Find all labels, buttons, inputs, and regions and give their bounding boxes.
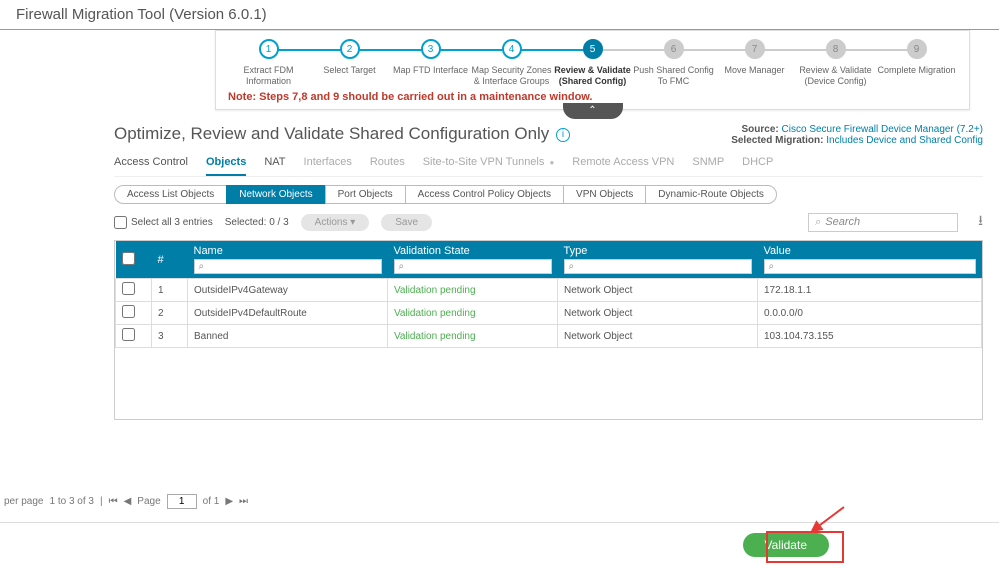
step-1[interactable]: 1Extract FDM Information [228,39,309,87]
col-checkbox[interactable] [116,241,152,279]
row-name: OutsideIPv4Gateway [188,279,388,302]
step-8: 8Review & Validate (Device Config) [795,39,876,87]
subtab-network-objects[interactable]: Network Objects [226,185,325,204]
filter-val[interactable]: ⌕ [764,259,976,274]
row-checkbox[interactable] [122,328,135,341]
search-icon: ⌕ [815,216,821,229]
row-type: Network Object [558,279,758,302]
chevron-up-icon: ⌃ [588,106,596,116]
pager: per page 1 to 3 of 3 | ⏮ ◀ Page of 1 ▶ ⏭ [0,494,248,509]
tab-routes: Routes [370,152,405,176]
step-3[interactable]: 3Map FTD Interface [390,39,471,76]
row-num: 1 [152,279,188,302]
source-link[interactable]: Cisco Secure Firewall Device Manager (7.… [782,124,983,135]
maintenance-note: Note: Steps 7,8 and 9 should be carried … [228,91,957,103]
controls-row: Select all 3 entries Selected: 0 / 3 Act… [114,210,983,234]
selected-count: Selected: 0 / 3 [225,217,289,228]
main-tabs: Access Control Objects NAT Interfaces Routes… [114,152,983,177]
table-row[interactable]: 2OutsideIPv4DefaultRouteValidation pendi… [116,302,982,325]
tab-site-to-site-vpn-tunnels: Site-to-Site VPN Tunnels ● [423,152,555,176]
step-2[interactable]: 2Select Target [309,39,390,76]
step-4[interactable]: 4Map Security Zones & Interface Groups [471,39,552,87]
tab-remote-access-vpn: Remote Access VPN [572,152,674,176]
step-9: 9Complete Migration [876,39,957,76]
pager-last[interactable]: ⏭ [239,496,248,507]
row-num: 2 [152,302,188,325]
tab-access-control[interactable]: Access Control [114,152,188,176]
row-checkbox[interactable] [122,305,135,318]
app-title: Firewall Migration Tool (Version 6.0.1) [0,0,999,30]
subtab-access-control-policy-objects[interactable]: Access Control Policy Objects [405,185,564,204]
subtab-dynamic-route-objects[interactable]: Dynamic-Route Objects [645,185,777,204]
row-value: 172.18.1.1 [758,279,982,302]
stepper: 1Extract FDM Information2Select Target3M… [215,30,970,110]
filter-name[interactable]: ⌕ [194,259,382,274]
step-5[interactable]: 5Review & Validate (Shared Config) [552,39,633,87]
migration-meta: Source: Cisco Secure Firewall Device Man… [731,124,983,146]
pager-page-input[interactable] [167,494,197,509]
col-name[interactable]: Name⌕ [188,241,388,279]
row-validation-state: Validation pending [388,302,558,325]
row-num: 3 [152,325,188,348]
table-row[interactable]: 3BannedValidation pendingNetwork Object1… [116,325,982,348]
pager-first[interactable]: ⏮ [109,496,118,507]
col-num[interactable]: # [152,241,188,279]
page-title: Optimize, Review and Validate Shared Con… [114,124,570,144]
select-all-checkbox[interactable]: Select all 3 entries [114,216,213,229]
pager-prev[interactable]: ◀ [124,496,132,507]
col-type[interactable]: Type⌕ [558,241,758,279]
row-name: Banned [188,325,388,348]
subtab-port-objects[interactable]: Port Objects [325,185,406,204]
collapse-stepper[interactable]: ⌃ [563,103,623,119]
step-7: 7Move Manager [714,39,795,76]
subtab-access-list-objects[interactable]: Access List Objects [114,185,227,204]
subtab-vpn-objects[interactable]: VPN Objects [563,185,646,204]
tab-dhcp: DHCP [742,152,773,176]
tab-snmp: SNMP [692,152,724,176]
search-input[interactable]: ⌕ Search [808,213,958,232]
tab-interfaces: Interfaces [304,152,352,176]
col-val[interactable]: Value⌕ [758,241,982,279]
step-6: 6Push Shared Config To FMC [633,39,714,87]
actions-menu[interactable]: Actions ▾ [301,214,370,231]
migration-link[interactable]: Includes Device and Shared Config [826,135,983,146]
save-button[interactable]: Save [381,214,432,231]
row-name: OutsideIPv4DefaultRoute [188,302,388,325]
row-type: Network Object [558,302,758,325]
filter-vs[interactable]: ⌕ [394,259,552,274]
callout-arrow [808,507,844,533]
row-value: 103.104.73.155 [758,325,982,348]
objects-table: # Name⌕ Validation State⌕ Type⌕ Value⌕ 1… [114,240,983,420]
pager-next[interactable]: ▶ [225,496,233,507]
tab-objects[interactable]: Objects [206,152,246,176]
filter-type[interactable]: ⌕ [564,259,752,274]
download-icon[interactable]: ⭳ [978,210,983,234]
row-checkbox[interactable] [122,282,135,295]
info-icon[interactable]: i [556,128,570,142]
row-validation-state: Validation pending [388,325,558,348]
tab-nat[interactable]: NAT [264,152,285,176]
row-value: 0.0.0.0/0 [758,302,982,325]
row-type: Network Object [558,325,758,348]
table-row[interactable]: 1OutsideIPv4GatewayValidation pendingNet… [116,279,982,302]
col-vs[interactable]: Validation State⌕ [388,241,558,279]
row-validation-state: Validation pending [388,279,558,302]
object-subtabs: Access List ObjectsNetwork ObjectsPort O… [114,185,983,204]
callout-annotation [766,531,844,563]
